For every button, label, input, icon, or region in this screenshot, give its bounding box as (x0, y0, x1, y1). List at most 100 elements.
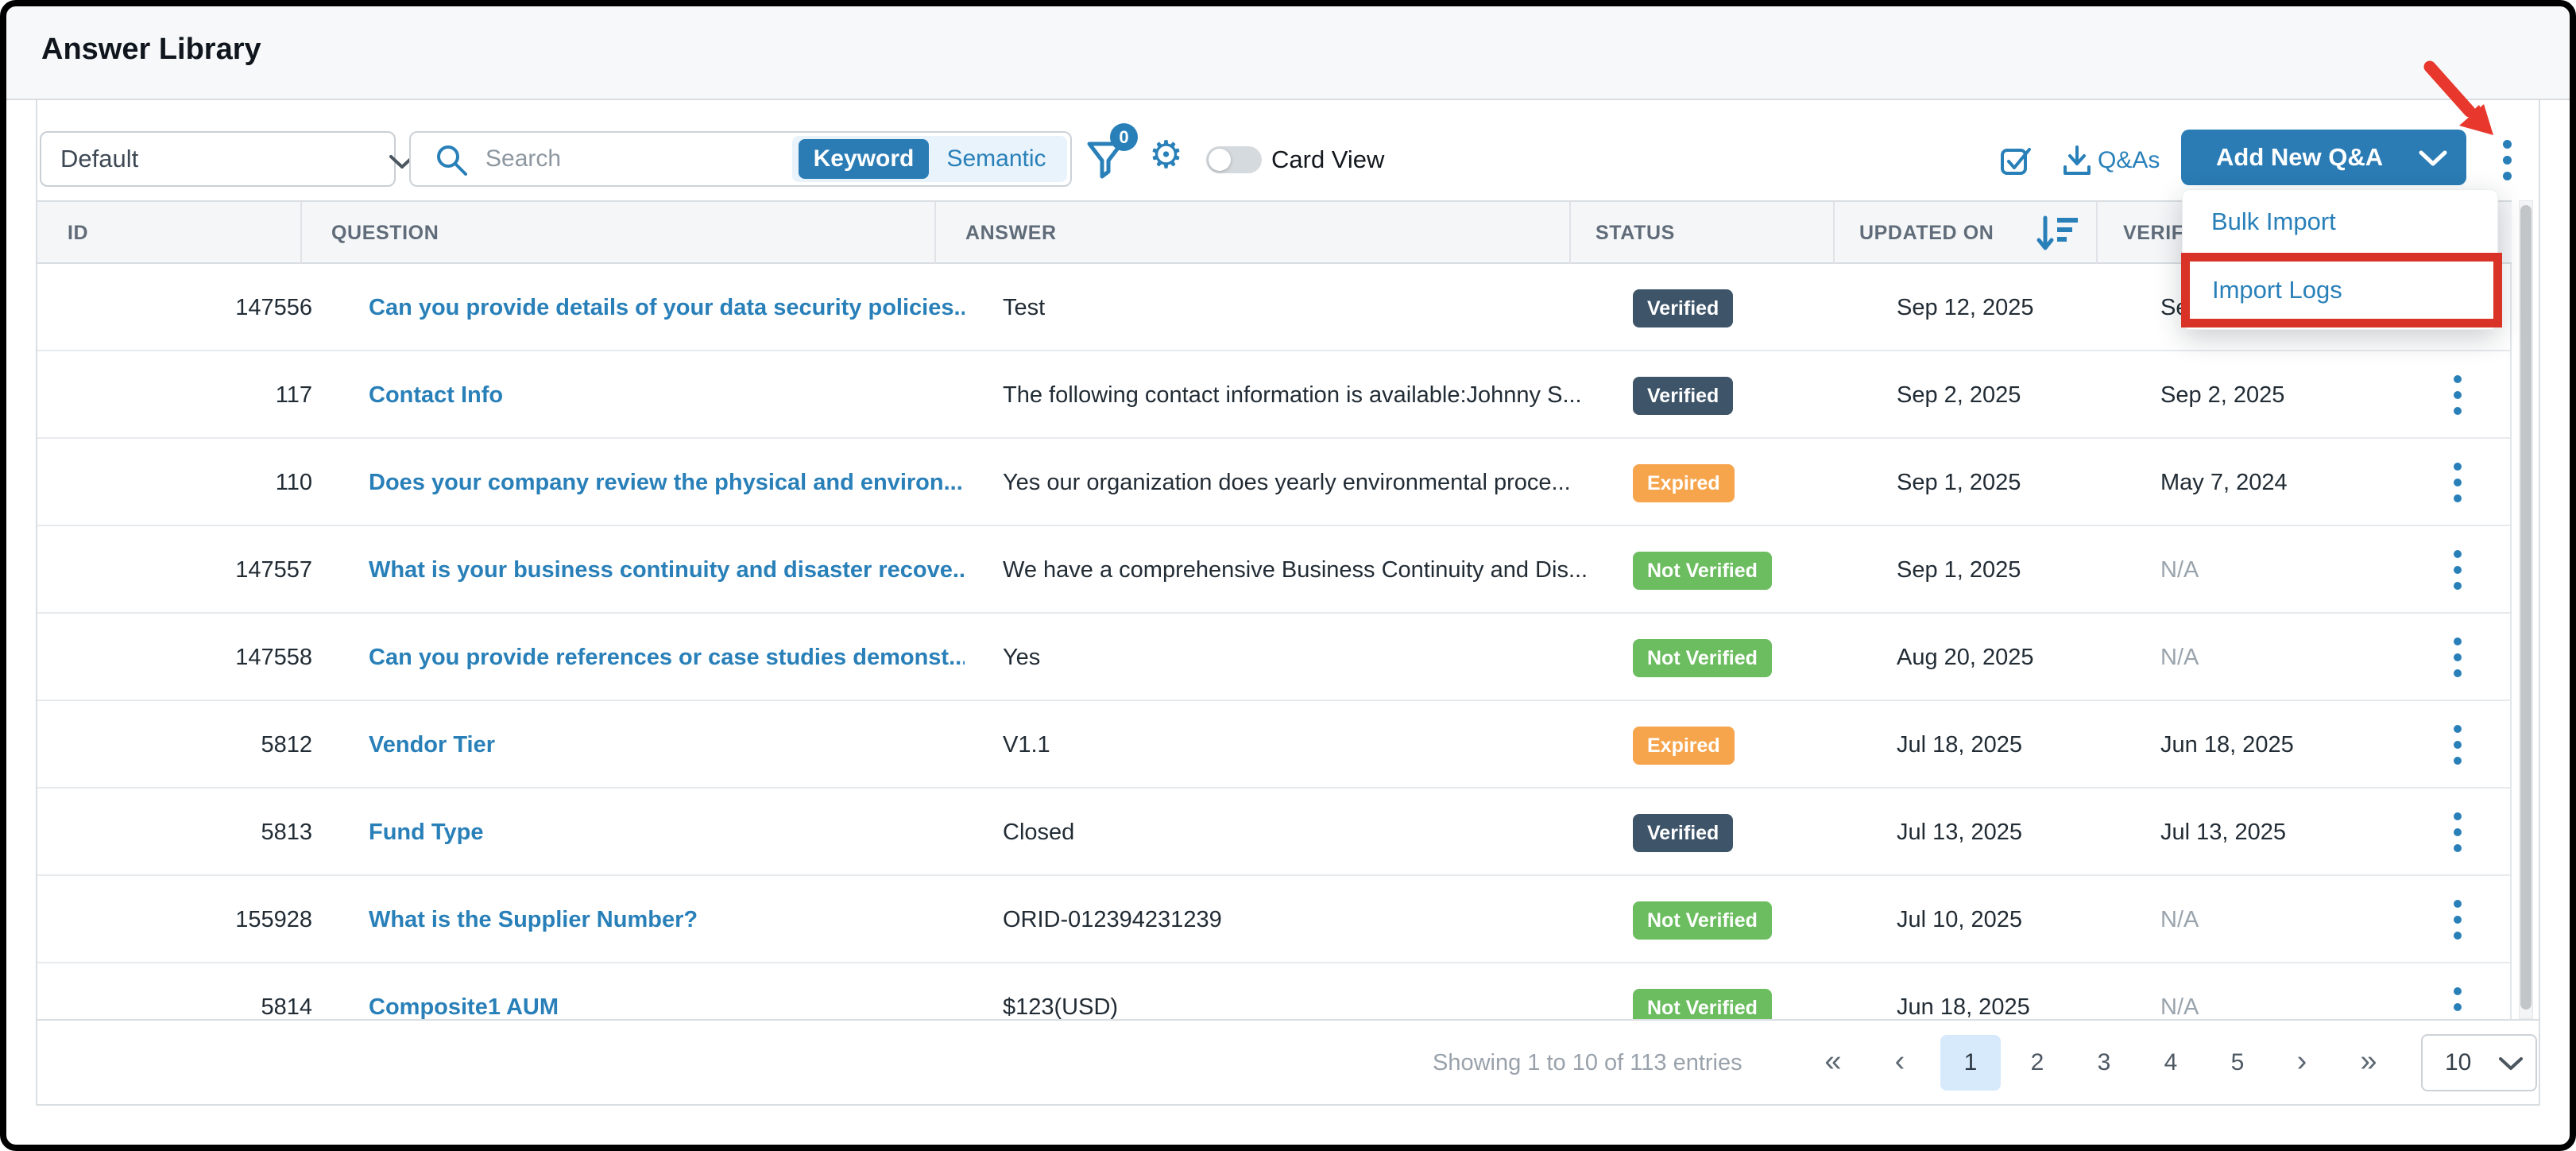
prev-page-button[interactable]: ‹ (1876, 1021, 1924, 1106)
cell-answer: Test (1003, 264, 1600, 351)
page-size-value: 10 (2445, 1036, 2471, 1090)
cell-status: Not Verified (1633, 876, 1863, 963)
chevron-down-icon[interactable] (2417, 149, 2449, 169)
toggle-knob (1209, 149, 1231, 171)
question-link[interactable]: Fund Type (369, 820, 483, 845)
cell-question: Does your company review the physical an… (369, 439, 965, 526)
table-row: 147557What is your business continuity a… (37, 526, 2510, 614)
cell-updated-on: Jul 13, 2025 (1897, 789, 2127, 876)
cell-question: Contact Info (369, 351, 965, 439)
cell-updated-on: Sep 2, 2025 (1897, 351, 2127, 439)
first-page-button[interactable]: « (1809, 1021, 1857, 1106)
row-actions-kebab-icon[interactable] (2449, 459, 2468, 506)
status-badge: Verified (1633, 377, 1733, 415)
page-number-button[interactable]: 3 (2074, 1035, 2134, 1091)
cell-question: Fund Type (369, 789, 965, 876)
download-icon[interactable] (2061, 145, 2093, 178)
annotation-highlight-box: Import Logs (2181, 253, 2502, 327)
question-link[interactable]: Can you provide details of your data sec… (369, 295, 965, 320)
page-number-button[interactable]: 2 (2007, 1035, 2067, 1091)
cell-answer: V1.1 (1003, 701, 1600, 789)
chevron-down-icon (2497, 1056, 2524, 1072)
column-header-status[interactable]: STATUS (1595, 202, 1675, 264)
cell-verified-on: Jun 18, 2025 (2160, 701, 2383, 789)
status-badge: Expired (1633, 464, 1735, 502)
question-link[interactable]: Composite1 AUM (369, 994, 559, 1019)
status-badge: Not Verified (1633, 901, 1772, 940)
table-scrollbar-thumb[interactable] (2520, 205, 2532, 1010)
cell-updated-on: Sep 1, 2025 (1897, 526, 2127, 614)
cell-question: Can you provide references or case studi… (369, 614, 965, 701)
add-new-qa-label: Add New Q&A (2216, 143, 2383, 171)
menu-item-import-logs[interactable]: Import Logs (2190, 262, 2493, 319)
next-page-button[interactable]: › (2278, 1021, 2326, 1106)
cell-updated-on: Jul 18, 2025 (1897, 701, 2127, 789)
page-number-button[interactable]: 5 (2207, 1035, 2268, 1091)
table-row: 5814Composite1 AUM$123(USD)Not VerifiedJ… (37, 963, 2510, 1019)
cell-updated-on: Sep 12, 2025 (1897, 264, 2127, 351)
keyword-mode-button[interactable]: Keyword (799, 139, 929, 179)
question-link[interactable]: What is the Supplier Number? (369, 907, 698, 932)
row-actions-kebab-icon[interactable] (2449, 983, 2468, 1019)
cell-answer: Closed (1003, 789, 1600, 876)
column-header-id[interactable]: ID (68, 202, 88, 264)
column-header-answer[interactable]: ANSWER (965, 202, 1057, 264)
page-size-select[interactable]: 10 (2421, 1034, 2537, 1091)
card-border (36, 1104, 2540, 1106)
page-header: Answer Library (0, 0, 2576, 100)
table-row: 117 Contact Info The following contact inf… (37, 351, 2510, 439)
question-link[interactable]: Vendor Tier (369, 732, 495, 758)
semantic-mode-button[interactable]: Semantic (932, 139, 1061, 179)
cell-status: Verified (1633, 264, 1863, 351)
card-view-label: Card View (1271, 134, 1384, 186)
cell-id: 5814 (37, 963, 312, 1019)
collection-select-value: Default (60, 133, 138, 185)
cell-id: 147556 (37, 264, 312, 351)
table-row: 147556 Can you provide details of your da… (37, 264, 2510, 351)
cell-verified-on: N/A (2160, 526, 2383, 614)
cell-question: What is the Supplier Number? (369, 876, 965, 963)
column-header-updated[interactable]: UPDATED ON (1859, 202, 1994, 264)
row-actions-kebab-icon[interactable] (2449, 371, 2468, 419)
showing-entries-text: Showing 1 to 10 of 113 entries (1433, 1021, 1742, 1106)
page-number-button[interactable]: 4 (2141, 1035, 2201, 1091)
cell-updated-on: Jul 10, 2025 (1897, 876, 2127, 963)
search-mode-toggle: Keyword Semantic (792, 136, 1067, 182)
more-actions-kebab-icon[interactable] (2498, 137, 2517, 184)
table-row: 5813Fund TypeClosedVerifiedJul 13, 2025J… (37, 789, 2510, 876)
question-link[interactable]: Does your company review the physical an… (369, 470, 963, 495)
row-actions-kebab-icon[interactable] (2449, 721, 2468, 769)
question-link[interactable]: Contact Info (369, 382, 503, 408)
cell-verified-on: Sep 2, 2025 (2160, 351, 2383, 439)
cell-id: 5813 (37, 789, 312, 876)
page-number-button[interactable]: 1 (1940, 1035, 2001, 1091)
sort-desc-icon[interactable] (2036, 215, 2081, 254)
cell-id: 117 (37, 351, 312, 439)
cell-answer: Yes our organization does yearly environ… (1003, 439, 1600, 526)
collection-select[interactable]: Default (40, 131, 396, 187)
question-link[interactable]: Can you provide references or case studi… (369, 645, 965, 670)
menu-item-bulk-import[interactable]: Bulk Import (2183, 190, 2497, 254)
export-qas-button[interactable]: Q&As (2098, 135, 2160, 186)
table-row: 110Does your company review the physical… (37, 439, 2510, 526)
bulk-select-icon[interactable] (1999, 143, 2034, 176)
cell-question: Can you provide details of your data sec… (369, 264, 965, 351)
cell-status: Not Verified (1633, 963, 1863, 1019)
row-actions-kebab-icon[interactable] (2449, 546, 2468, 594)
question-link[interactable]: What is your business continuity and dis… (369, 557, 965, 583)
status-badge: Expired (1633, 727, 1735, 765)
table-body: 147556 Can you provide details of your da… (37, 264, 2512, 1019)
search-bar: Keyword Semantic (409, 131, 1072, 187)
column-header-question[interactable]: QUESTION (331, 202, 439, 264)
cell-answer: The following contact information is ava… (1003, 351, 1600, 439)
card-view-toggle[interactable] (1206, 146, 1262, 173)
cell-updated-on: Aug 20, 2025 (1897, 614, 2127, 701)
row-actions-kebab-icon[interactable] (2449, 896, 2468, 944)
row-actions-kebab-icon[interactable] (2449, 634, 2468, 681)
gear-icon[interactable]: ⚙ (1149, 137, 1183, 175)
cell-status: Expired (1633, 439, 1863, 526)
row-actions-kebab-icon[interactable] (2449, 808, 2468, 856)
last-page-button[interactable]: » (2345, 1021, 2392, 1106)
search-input[interactable] (485, 136, 787, 182)
cell-question: Vendor Tier (369, 701, 965, 789)
